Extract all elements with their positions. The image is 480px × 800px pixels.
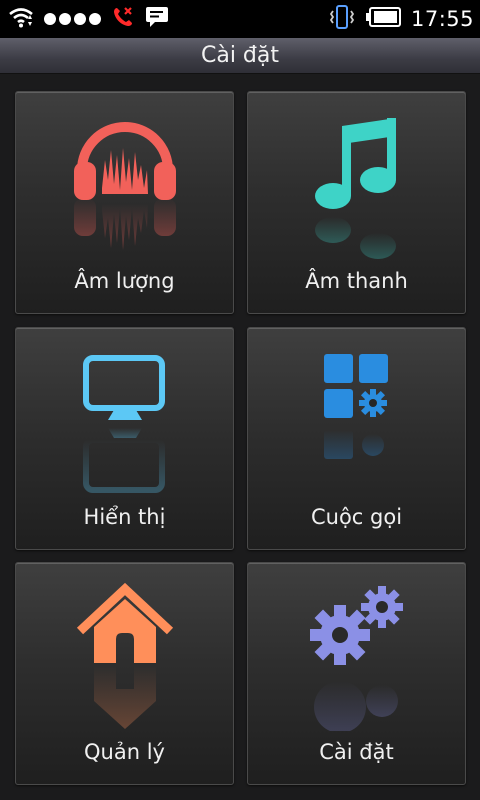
tile-sound[interactable]: Âm thanh [247,91,466,314]
monitor-icon [16,346,233,496]
tile-manage[interactable]: Quản lý [15,562,234,785]
tile-volume[interactable]: Âm lượng [15,91,234,314]
home-icon [16,581,233,731]
apps-gear-icon [248,346,465,496]
page-title: Cài đặt [200,43,280,68]
status-clock: 17:55 [410,7,474,31]
tile-display[interactable]: Hiển thị [15,327,234,550]
tile-volume-label: Âm lượng [74,269,175,293]
music-note-icon [248,110,465,260]
vibrate-icon [329,3,355,35]
tile-display-label: Hiển thị [83,505,166,529]
settings-grid: Âm lượng Âm thanh Hiển thị Cuộc gọi Quản… [15,91,466,786]
gears-icon [248,581,465,731]
signal-dots-icon [44,13,101,25]
tile-settings-label: Cài đặt [319,740,394,764]
status-right: 17:55 [329,0,474,38]
tile-settings[interactable]: Cài đặt [247,562,466,785]
title-bar: Cài đặt [0,38,480,74]
battery-icon [365,7,401,31]
status-bar: 17:55 [0,0,480,38]
headphones-icon [16,110,233,260]
tile-call-label: Cuộc gọi [310,505,403,529]
status-left [8,0,169,38]
missed-call-icon [111,5,135,33]
tile-manage-label: Quản lý [84,740,165,764]
tile-sound-label: Âm thanh [305,269,408,293]
message-icon [145,6,169,32]
wifi-icon [8,5,34,33]
tile-call[interactable]: Cuộc gọi [247,327,466,550]
